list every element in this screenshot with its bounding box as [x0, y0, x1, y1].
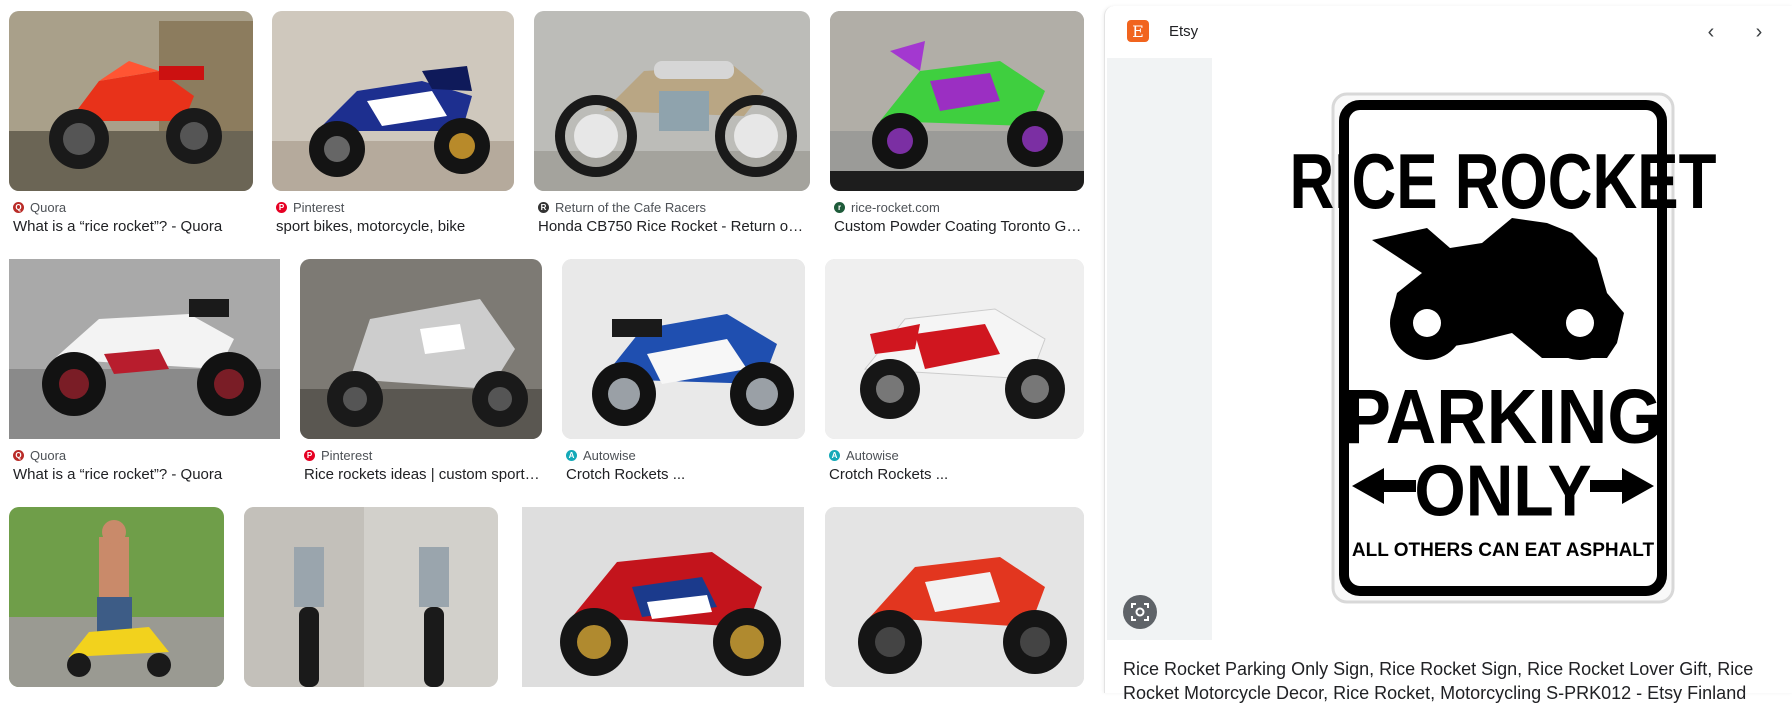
- result-title[interactable]: Rice rockets ideas | custom sport ...: [304, 466, 540, 483]
- site-name[interactable]: Etsy: [1169, 23, 1198, 40]
- result-source[interactable]: rice-rocket.com: [851, 200, 940, 215]
- autowise-icon: A: [829, 450, 840, 461]
- result-card[interactable]: [825, 507, 1084, 687]
- result-image-honda-fireblade[interactable]: [522, 507, 804, 687]
- result-card[interactable]: [244, 507, 498, 687]
- result-card[interactable]: P Pinterest Rice rockets ideas | custom s…: [300, 259, 542, 489]
- result-image-blue-suzuki[interactable]: [272, 11, 514, 191]
- sign-line-4: ALL OTHERS CAN EAT ASPHALT: [1352, 540, 1655, 561]
- result-card[interactable]: A Autowise Crotch Rockets ...: [562, 259, 805, 489]
- result-image-red-sport-bike[interactable]: [9, 11, 253, 191]
- result-card[interactable]: r rice-rocket.com Custom Powder Coating T…: [830, 11, 1084, 241]
- previous-arrow-icon[interactable]: ‹: [1697, 18, 1725, 46]
- result-title[interactable]: Crotch Rockets ...: [566, 466, 802, 483]
- result-title[interactable]: sport bikes, motorcycle, bike: [276, 218, 512, 235]
- result-image-blue-white-suzuki[interactable]: [562, 259, 805, 439]
- result-title[interactable]: What is a “rice rocket”? - Quora: [13, 466, 249, 483]
- quora-icon: Q: [13, 202, 24, 213]
- result-title[interactable]: What is a “rice rocket”? - Quora: [13, 218, 249, 235]
- result-source[interactable]: Autowise: [583, 448, 636, 463]
- pinterest-icon: P: [304, 450, 315, 461]
- result-source[interactable]: Autowise: [846, 448, 899, 463]
- preview-panel: E Etsy ‹ › RICE ROCKET PARKING ONLY ALL …: [1104, 6, 1792, 703]
- result-image-cafe-racer[interactable]: [534, 11, 810, 191]
- result-card[interactable]: [522, 507, 804, 687]
- result-card[interactable]: [9, 507, 224, 687]
- result-card[interactable]: Q Quora What is a “rice rocket”? - Quora: [9, 259, 280, 489]
- preview-caption[interactable]: Rice Rocket Parking Only Sign, Rice Rock…: [1123, 657, 1773, 705]
- lens-search-icon[interactable]: [1123, 595, 1157, 629]
- result-image-silver-custom-bike[interactable]: [300, 259, 542, 439]
- result-source[interactable]: Quora: [30, 200, 66, 215]
- result-source[interactable]: Return of the Cafe Racers: [555, 200, 706, 215]
- result-card[interactable]: P Pinterest sport bikes, motorcycle, bike: [272, 11, 514, 241]
- result-image-stunt-bike[interactable]: [830, 11, 1084, 191]
- result-title[interactable]: Custom Powder Coating Toronto GTA: [834, 218, 1082, 235]
- result-image-white-sport-bike[interactable]: [9, 259, 280, 439]
- pinterest-icon: P: [276, 202, 287, 213]
- parking-sign-image: RICE ROCKET PARKING ONLY ALL OTHERS CAN …: [1290, 92, 1717, 604]
- result-source[interactable]: Pinterest: [293, 200, 344, 215]
- result-source[interactable]: Pinterest: [321, 448, 372, 463]
- result-title[interactable]: Honda CB750 Rice Rocket - Return of ...: [538, 218, 806, 235]
- image-results-grid: Q Quora What is a “rice rocket”? - Quora …: [0, 0, 1100, 693]
- next-arrow-icon[interactable]: ›: [1745, 18, 1773, 46]
- result-title[interactable]: Crotch Rockets ...: [829, 466, 1065, 483]
- result-image-red-white-yamaha[interactable]: [825, 259, 1084, 439]
- rice-rocket-icon: r: [834, 202, 845, 213]
- result-source[interactable]: Quora: [30, 448, 66, 463]
- preview-header: E Etsy ‹ ›: [1105, 6, 1792, 62]
- autowise-icon: A: [566, 450, 577, 461]
- sign-line-1: RICE ROCKET: [1290, 137, 1717, 224]
- preview-image[interactable]: RICE ROCKET PARKING ONLY ALL OTHERS CAN …: [1212, 58, 1792, 640]
- etsy-logo-icon[interactable]: E: [1127, 20, 1149, 42]
- cafe-racers-icon: R: [538, 202, 549, 213]
- result-card[interactable]: A Autowise Crotch Rockets ...: [825, 259, 1084, 489]
- result-image-minibike[interactable]: [9, 507, 224, 687]
- quora-icon: Q: [13, 450, 24, 461]
- result-image-vintage-bike[interactable]: [244, 507, 498, 687]
- result-card[interactable]: Q Quora What is a “rice rocket”? - Quora: [9, 11, 253, 241]
- sign-line-3: ONLY: [1414, 450, 1591, 532]
- sign-line-2: PARKING: [1344, 373, 1662, 460]
- result-card[interactable]: R Return of the Cafe Racers Honda CB750 R…: [534, 11, 810, 241]
- preview-image-area: RICE ROCKET PARKING ONLY ALL OTHERS CAN …: [1107, 58, 1792, 640]
- result-image-red-ducati[interactable]: [825, 507, 1084, 687]
